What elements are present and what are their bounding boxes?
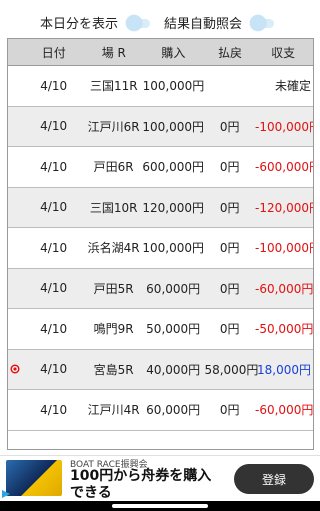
ad-headline[interactable]: 100円から舟券を購入できる [70, 468, 220, 502]
table-row[interactable]: 4/10 宮島5R 40,000円 58,000円 18,000円 [8, 349, 313, 390]
cell-balance: -60,000円 [255, 281, 314, 296]
home-indicator[interactable] [112, 504, 208, 508]
table-row[interactable]: 4/10 鳴門9R 50,000円 0円 -50,000円 [8, 309, 313, 350]
cell-balance: 18,000円 [257, 362, 311, 377]
cell-payout: 0円 [219, 403, 240, 418]
header-payout: 払戻 [218, 45, 243, 60]
cell-balance: 未確定 [274, 79, 311, 94]
header-balance: 収支 [271, 45, 296, 60]
toggle-knob [250, 14, 267, 31]
cell-date: 4/10 [40, 281, 68, 296]
target-hit-icon [10, 364, 20, 373]
header-bet: 購入 [161, 45, 186, 60]
hit-marker [8, 390, 22, 430]
cell-payout: 58,000円 [204, 362, 259, 377]
cell-bet: 600,000円 [142, 160, 204, 175]
auto-check-toggle-group: 結果自動照会 [164, 13, 278, 32]
cell-bet: 50,000円 [146, 322, 201, 337]
ad-info-icon[interactable] [2, 490, 10, 498]
table-row[interactable]: 4/10 三国10R 120,000円 0円 -120,000円 [8, 187, 313, 228]
table-header: 日付 場 R 購入 払戻 収支 [8, 39, 313, 66]
table-row-partial[interactable] [8, 431, 313, 450]
hit-marker [8, 228, 22, 268]
table-row[interactable]: 4/10 三国11R 100,000円 未確定 [8, 66, 313, 107]
hit-marker [8, 188, 22, 228]
header-venue-race: 場 R [101, 45, 126, 60]
cell-balance: -120,000円 [255, 200, 313, 215]
cell-date: 4/10 [40, 362, 68, 377]
cell-date: 4/10 [40, 240, 68, 255]
cell-venue-race: 戸田6R [93, 160, 134, 175]
cell-balance: -600,000円 [255, 160, 313, 175]
cell-venue-race: 三国10R [89, 200, 138, 215]
cell-bet: 60,000円 [146, 403, 201, 418]
toggle-knob [126, 14, 143, 31]
cell-payout: 0円 [219, 119, 240, 134]
cell-bet: 60,000円 [146, 281, 201, 296]
show-today-label: 本日分を表示 [40, 17, 119, 32]
hit-marker [8, 147, 22, 187]
cell-payout: 0円 [219, 241, 240, 256]
table-body: 4/10 三国11R 100,000円 未確定 4/10 江戸川6R 100,000円 0円 -… [8, 66, 313, 431]
cell-venue-race: 江戸川6R [87, 119, 140, 134]
cell-date: 4/10 [40, 159, 68, 174]
table-row[interactable]: 4/10 江戸川6R100,000円 0円 -100,000円 [8, 106, 313, 147]
cell-payout: 0円 [219, 200, 240, 215]
cell-bet: 100,000円 [142, 79, 205, 94]
cell-venue-race: 江戸川4R [87, 403, 140, 418]
ad-image[interactable] [6, 460, 62, 496]
header-date: 日付 [41, 45, 66, 60]
cell-date: 4/10 [40, 321, 68, 336]
system-nav-bar [0, 501, 320, 511]
cell-venue-race: 戸田5R [93, 281, 134, 296]
cell-date: 4/10 [40, 200, 68, 215]
cell-payout: 0円 [219, 322, 240, 337]
show-today-toggle-group: 本日分を表示 [40, 13, 154, 32]
hit-marker [8, 350, 22, 390]
cell-date: 4/10 [40, 402, 68, 417]
cell-balance: -60,000円 [255, 403, 314, 418]
cell-bet: 100,000円 [142, 119, 204, 134]
cell-venue-race: 鳴門9R [93, 322, 134, 337]
hit-marker [8, 269, 22, 309]
cell-bet: 120,000円 [142, 200, 204, 215]
table-row[interactable]: 4/10 浜名湖4R100,000円 0円 -100,000円 [8, 228, 313, 269]
hit-marker [8, 107, 22, 147]
auto-check-label: 結果自動照会 [164, 17, 243, 32]
cell-balance: -50,000円 [255, 322, 314, 337]
cell-payout: 0円 [219, 281, 240, 296]
cell-bet: 40,000円 [146, 362, 201, 377]
cell-date: 4/10 [40, 78, 68, 93]
cell-balance: -100,000円 [255, 119, 313, 134]
table-row[interactable]: 4/10 戸田5R 60,000円 0円 -60,000円 [8, 268, 314, 309]
hit-marker [8, 66, 22, 106]
table-row[interactable]: 4/10 戸田6R 600,000円 0円 -600,000円 [8, 147, 313, 188]
table-row[interactable]: 4/10 江戸川4R 60,000円 0円 -60,000円 [8, 390, 313, 431]
ad-banner[interactable]: BOAT RACE振興会 100円から舟券を購入できる 登録 [0, 455, 320, 502]
bet-history-table[interactable]: 日付 場 R 購入 払戻 収支 4/10 三国11R 100,000円 未確定 4/10… [7, 38, 314, 450]
auto-check-toggle[interactable] [250, 14, 278, 31]
hit-marker [8, 309, 22, 349]
cell-venue-race: 三国11R [89, 79, 138, 94]
cell-date: 4/10 [40, 119, 68, 134]
cell-bet: 100,000円 [142, 241, 204, 256]
cell-balance: -100,000円 [255, 241, 313, 256]
show-today-toggle[interactable] [126, 14, 154, 31]
cell-venue-race: 宮島5R [93, 362, 134, 377]
ad-register-button[interactable]: 登録 [234, 464, 314, 494]
cell-venue-race: 浜名湖4R [87, 241, 140, 256]
cell-payout: 0円 [219, 160, 240, 175]
